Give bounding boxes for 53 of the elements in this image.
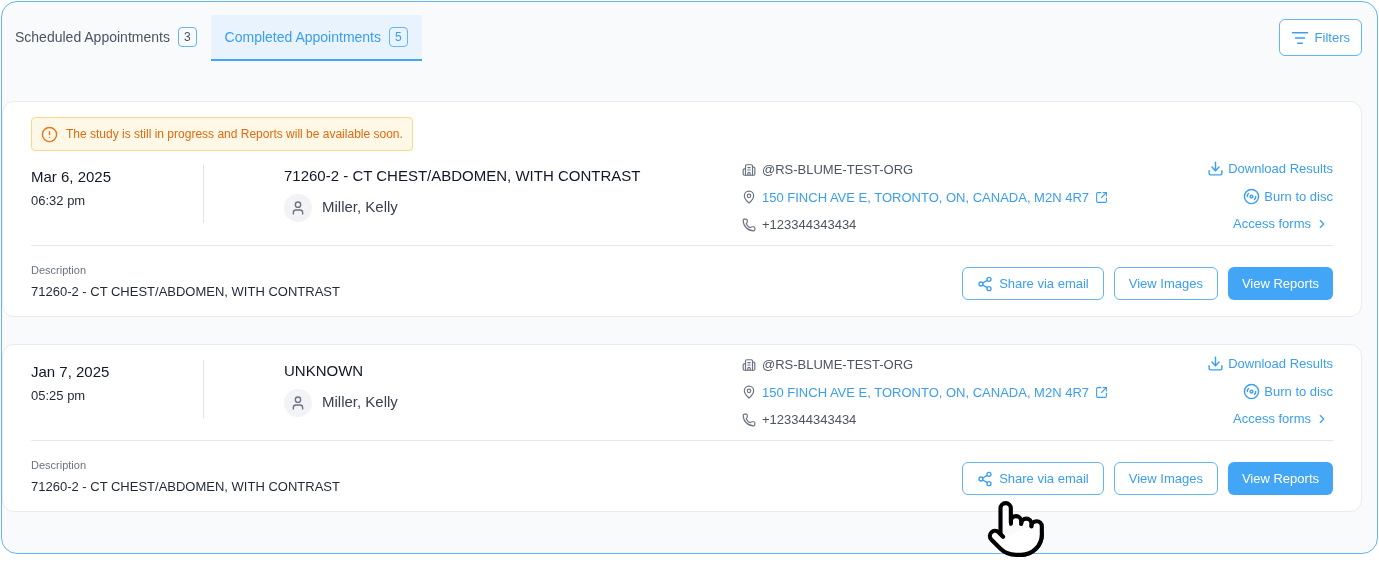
location-pin-icon [742,190,756,205]
description-label: Description [31,458,88,473]
building-icon [742,162,756,177]
alert-text: The study is still in progress and Reports will be available soon. [66,126,403,143]
share-email-button[interactable]: Share via email [962,267,1104,300]
appointments-tab[interactable]: Completed Appointments 5 [210,15,422,61]
share-icon [977,275,994,292]
filters-button[interactable]: Filters [1278,19,1362,56]
count-badge: 5 [389,27,408,47]
phone-number: +123344343434 [762,411,857,429]
organization-text: @RS-BLUME-TEST-ORG [762,161,914,179]
address-link[interactable]: 150 FINCH AVE E, TORONTO, ON, CANADA, M2N 4R7 [762,187,1089,207]
burn-to-disc-link[interactable]: Burn to disc [1243,381,1333,401]
phone-number: +123344343434 [762,216,857,234]
access-forms-link[interactable]: Access forms [1233,214,1333,234]
building-icon [742,357,756,372]
appointment-time: 06:32 pm [31,194,87,207]
download-results-link[interactable]: Download Results [1207,354,1333,374]
download-icon [1207,160,1225,178]
patient-name: Miller, Kelly [322,197,398,218]
access-forms-link[interactable]: Access forms [1233,409,1333,429]
burn-to-disc-link[interactable]: Burn to disc [1243,186,1333,206]
phone-icon [742,217,756,232]
avatar-icon [284,388,312,417]
disc-icon [1243,382,1261,400]
patient-name: Miller, Kelly [322,392,398,413]
description-text: 71260-2 - CT CHEST/ABDOMEN, WITH CONTRAST [31,282,340,301]
description-text: 71260-2 - CT CHEST/ABDOMEN, WITH CONTRAST [31,477,340,496]
procedure-title: UNKNOWN [284,361,365,381]
appointment-date: Jan 7, 2025 [31,364,111,379]
count-badge: 3 [177,27,197,47]
alert-icon [41,125,58,143]
download-icon [1207,355,1225,373]
appointment-date: Mar 6, 2025 [31,169,113,184]
share-icon [977,470,994,487]
description-label: Description [31,263,88,278]
appointments-tab[interactable]: Scheduled Appointments 3 [15,15,211,61]
organization-text: @RS-BLUME-TEST-ORG [762,356,914,374]
view-reports-button[interactable]: View Reports [1227,267,1333,300]
disc-icon [1243,187,1261,205]
location-pin-icon [742,385,756,400]
avatar-icon [284,193,312,222]
phone-icon [742,412,756,427]
procedure-title: 71260-2 - CT CHEST/ABDOMEN, WITH CONTRAST [284,166,642,186]
view-reports-button[interactable]: View Reports [1227,462,1333,495]
view-images-button[interactable]: View Images [1113,267,1218,300]
address-link[interactable]: 150 FINCH AVE E, TORONTO, ON, CANADA, M2N 4R7 [762,382,1089,402]
view-images-button[interactable]: View Images [1113,462,1218,495]
appointment-time: 05:25 pm [31,389,87,402]
share-email-button[interactable]: Share via email [962,462,1104,495]
external-link-icon[interactable] [1095,190,1108,204]
download-results-link[interactable]: Download Results [1207,159,1333,179]
external-link-icon[interactable] [1095,385,1108,399]
